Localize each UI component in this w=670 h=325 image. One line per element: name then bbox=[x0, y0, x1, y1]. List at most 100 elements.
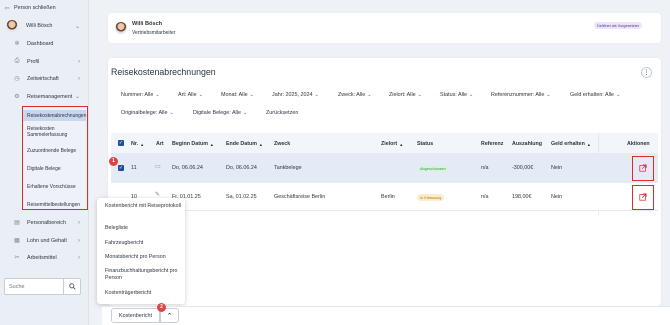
sidebar-subitem-reisekostenabrechnungen[interactable]: Reisekostenabrechnungen bbox=[23, 110, 87, 121]
menu-item-monatsbericht[interactable]: Monatsbericht pro Person bbox=[105, 254, 166, 261]
col-label: Zweck bbox=[274, 141, 291, 147]
sidebar-item-label: Lohn und Gehalt bbox=[27, 237, 67, 244]
col-beginn-datum[interactable]: Beginn Datum ▲ bbox=[172, 141, 214, 147]
menu-item-kostentraegerbericht[interactable]: Kostenträgerbericht bbox=[105, 290, 151, 297]
filter-monat[interactable]: Monat: Alle ⌄ bbox=[221, 92, 254, 98]
col-label: Nr. bbox=[131, 141, 139, 147]
filter-digitale-belege[interactable]: Digitale Belege: Alle ⌄ bbox=[193, 110, 247, 116]
col-label: Zielort bbox=[381, 141, 398, 147]
kostenbericht-button[interactable]: Kostenbericht bbox=[111, 308, 160, 323]
close-person-button[interactable]: ⇦ Person schließen bbox=[0, 3, 89, 13]
reset-filters-button[interactable]: Zurücksetzen bbox=[266, 110, 298, 116]
exit-icon: ⇦ bbox=[4, 5, 10, 12]
sidebar-subitem-reisemittelbestellungen[interactable]: Reisemittelbestellungen bbox=[27, 202, 80, 208]
search-icon bbox=[68, 283, 76, 290]
chevron-down-icon: ⌄ bbox=[314, 92, 319, 98]
filter-status[interactable]: Status: Alle ⌄ bbox=[440, 92, 473, 98]
col-geld-erhalten[interactable]: Geld erhalten ▲ bbox=[551, 141, 591, 147]
search-box bbox=[4, 278, 81, 295]
car-icon: ✎ bbox=[155, 192, 161, 198]
filter-label: Jahr: 2025, 2024 bbox=[272, 92, 313, 98]
col-zielort[interactable]: Zielort ▲ bbox=[381, 141, 403, 147]
report-dropdown-menu: Kostenbericht mit Reiseprotokoll Belegli… bbox=[97, 198, 185, 304]
chevron-down-icon: ⌄ bbox=[417, 92, 422, 98]
sidebar-subitem-sammelerfassung[interactable]: Reisekosten Sammelerfassung bbox=[27, 126, 77, 138]
sidebar-subitem-digitale-belege[interactable]: Digitale Belege bbox=[27, 166, 61, 172]
chevron-down-icon: ⌄ bbox=[242, 110, 248, 116]
sidebar-item-personalbereich[interactable]: ▤ Personalbereich › bbox=[0, 218, 89, 227]
filter-zielort[interactable]: Zielort: Alle ⌄ bbox=[389, 92, 422, 98]
col-art[interactable]: Art bbox=[156, 141, 164, 147]
filter-label: Monat: Alle bbox=[221, 92, 248, 98]
col-label: Status bbox=[417, 141, 434, 147]
col-zweck[interactable]: Zweck bbox=[274, 141, 290, 147]
cell-auszahlung: 198,00€ bbox=[512, 194, 532, 200]
menu-item-fahrzeugbericht[interactable]: Fahrzeugbericht bbox=[105, 240, 143, 247]
col-nr[interactable]: Nr. ▲ bbox=[131, 141, 144, 147]
sidebar-item-zeitwirtschaft[interactable]: ◷ Zeitwirtschaft › bbox=[0, 74, 89, 83]
chevron-down-icon: ⌄ bbox=[74, 23, 80, 30]
calendar-icon: ▭ bbox=[155, 164, 161, 170]
col-label: Referenz bbox=[481, 141, 504, 147]
filter-originalbelege[interactable]: Originalbelege: Alle ⌄ bbox=[121, 110, 174, 116]
search-input[interactable] bbox=[5, 283, 63, 290]
reset-label: Zurücksetzen bbox=[266, 110, 299, 116]
profile-icon: ⎙ bbox=[14, 58, 20, 64]
sort-icon: ▲ bbox=[399, 141, 404, 147]
open-external-icon[interactable] bbox=[639, 164, 647, 172]
more-vertical-icon: ⋮ bbox=[643, 70, 650, 76]
filter-zweck[interactable]: Zweck: Alle ⌄ bbox=[338, 92, 371, 98]
select-all-checkbox[interactable]: ✓ bbox=[118, 140, 124, 146]
chevron-down-icon: ⌄ bbox=[468, 92, 474, 98]
filter-geld-erhalten[interactable]: Geld erhalten: Alle ⌄ bbox=[570, 92, 620, 98]
filter-jahr[interactable]: Jahr: 2025, 2024 ⌄ bbox=[272, 92, 319, 98]
chevron-down-icon: ⌄ bbox=[155, 92, 160, 98]
col-referenz[interactable]: Referenz bbox=[481, 141, 503, 147]
filter-label: Nummer: Alle bbox=[121, 92, 154, 98]
sidebar-item-reisemanagement[interactable]: ⚙ Reisemanagement ⌄ bbox=[0, 92, 89, 101]
cell-end: Do, 06.06.24 bbox=[226, 165, 257, 171]
sidebar-item-label: Personalbereich bbox=[27, 219, 66, 226]
filter-referenznummer[interactable]: Referenznummer: Alle ⌄ bbox=[491, 92, 551, 98]
col-label: Geld erhalten bbox=[551, 141, 585, 147]
avatar bbox=[6, 20, 18, 32]
sidebar-subitem-zuzuordnende-belege[interactable]: Zuzuordnende Belege bbox=[27, 148, 76, 154]
chevron-down-icon: ⌄ bbox=[546, 92, 551, 98]
sidebar-item-label: Reisemanagement bbox=[27, 93, 73, 100]
menu-item-kostenbericht-reiseprotokoll[interactable]: Kostenbericht mit Reiseprotokoll bbox=[105, 203, 181, 210]
col-label: Auszahlung bbox=[512, 141, 543, 147]
search-button[interactable] bbox=[63, 279, 80, 294]
sidebar-item-label: Arbeitsmittel bbox=[27, 254, 57, 261]
cell-zweck: Tankbelege bbox=[274, 165, 302, 171]
chevron-right-icon: › bbox=[78, 237, 80, 244]
sidebar-item-dashboard[interactable]: ✲ Dashboard bbox=[0, 39, 89, 48]
menu-item-finanzbuchhaltungsbericht[interactable]: Finanzbuchhaltungsbericht pro Person bbox=[105, 268, 181, 282]
sidebar-item-arbeitsmittel[interactable]: ✂ Arbeitsmittel › bbox=[0, 253, 89, 262]
clock-icon: ◷ bbox=[14, 76, 20, 82]
menu-item-belegliste[interactable]: Belegliste bbox=[105, 225, 128, 232]
sidebar: ⇦ Person schließen Willi Bösch ⌄ ✲ Dashb… bbox=[0, 0, 89, 325]
chevron-up-icon: ⌃ bbox=[166, 312, 173, 320]
person-selector[interactable]: Willi Bösch ⌄ bbox=[0, 19, 89, 33]
chevron-down-icon: ⌄ bbox=[198, 92, 203, 98]
cell-nr: 11 bbox=[131, 165, 137, 171]
row-checkbox[interactable]: ✓ bbox=[118, 165, 124, 171]
filter-art[interactable]: Art: Alle ⌄ bbox=[178, 92, 203, 98]
sidebar-subitem-vorschuesse[interactable]: Erhaltene Vorschüsse bbox=[27, 184, 76, 190]
header-role: Vertriebsmitarbeiter bbox=[132, 30, 176, 36]
more-options-button[interactable]: ⋮ bbox=[641, 67, 652, 78]
cell-zweck: Geschäftsreise Berlin bbox=[274, 194, 326, 200]
col-auszahlung[interactable]: Auszahlung bbox=[512, 141, 542, 147]
col-status[interactable]: Status bbox=[417, 141, 433, 147]
sort-icon: ▲ bbox=[586, 141, 591, 147]
chevron-right-icon: › bbox=[78, 219, 80, 226]
cell-begin: Do, 06.06.24 bbox=[172, 165, 203, 171]
sidebar-item-profil[interactable]: ⎙ Profil › bbox=[0, 57, 89, 66]
sidebar-item-lohn-gehalt[interactable]: ▦ Lohn und Gehalt › bbox=[0, 236, 89, 245]
open-external-icon[interactable] bbox=[639, 193, 647, 201]
col-ende-datum[interactable]: Ende Datum ▲ bbox=[226, 141, 263, 147]
cell-geld: Nein bbox=[551, 165, 563, 171]
filter-nummer[interactable]: Nummer: Alle ⌄ bbox=[121, 92, 160, 98]
chevron-down-icon: ⌄ bbox=[367, 92, 372, 98]
sort-icon: ▲ bbox=[140, 141, 145, 147]
